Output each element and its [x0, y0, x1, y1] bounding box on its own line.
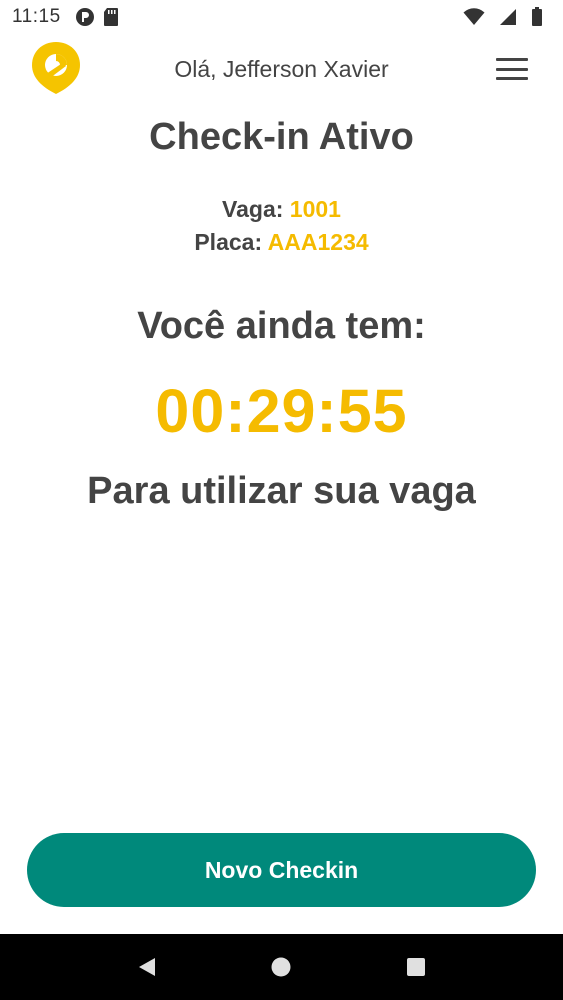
status-bar: 11:15 [0, 0, 563, 34]
wifi-icon [463, 8, 485, 26]
home-icon[interactable] [261, 947, 301, 987]
remaining-label: Você ainda tem: [137, 305, 426, 347]
vaga-line: Vaga: 1001 [0, 196, 563, 223]
page-title: Check-in Ativo [149, 116, 414, 158]
status-time: 11:15 [12, 6, 61, 27]
recents-icon[interactable] [396, 947, 436, 987]
battery-icon [531, 7, 543, 27]
purpose-text: Para utilizar sua vaga [87, 470, 476, 512]
placa-label: Placa: [194, 229, 263, 255]
new-checkin-button[interactable]: Novo Checkin [27, 833, 536, 907]
placa-value: AAA1234 [267, 229, 369, 255]
sd-card-icon [103, 7, 119, 27]
hamburger-menu-icon[interactable] [492, 54, 532, 84]
vaga-label: Vaga: [222, 196, 284, 222]
cell-signal-icon [499, 8, 517, 26]
screen: 11:15 Olá, Jefferson Xavier Check-in Ati… [0, 0, 563, 1000]
system-nav-bar [0, 934, 563, 1000]
back-icon[interactable] [127, 947, 167, 987]
status-right-icons [463, 7, 551, 27]
app-header: Olá, Jefferson Xavier [0, 34, 563, 106]
mode-icon [75, 7, 95, 27]
placa-line: Placa: AAA1234 [0, 229, 563, 256]
greeting-text: Olá, Jefferson Xavier [174, 56, 389, 82]
countdown-timer: 00:29:55 [155, 377, 408, 445]
vaga-value: 1001 [289, 196, 341, 222]
